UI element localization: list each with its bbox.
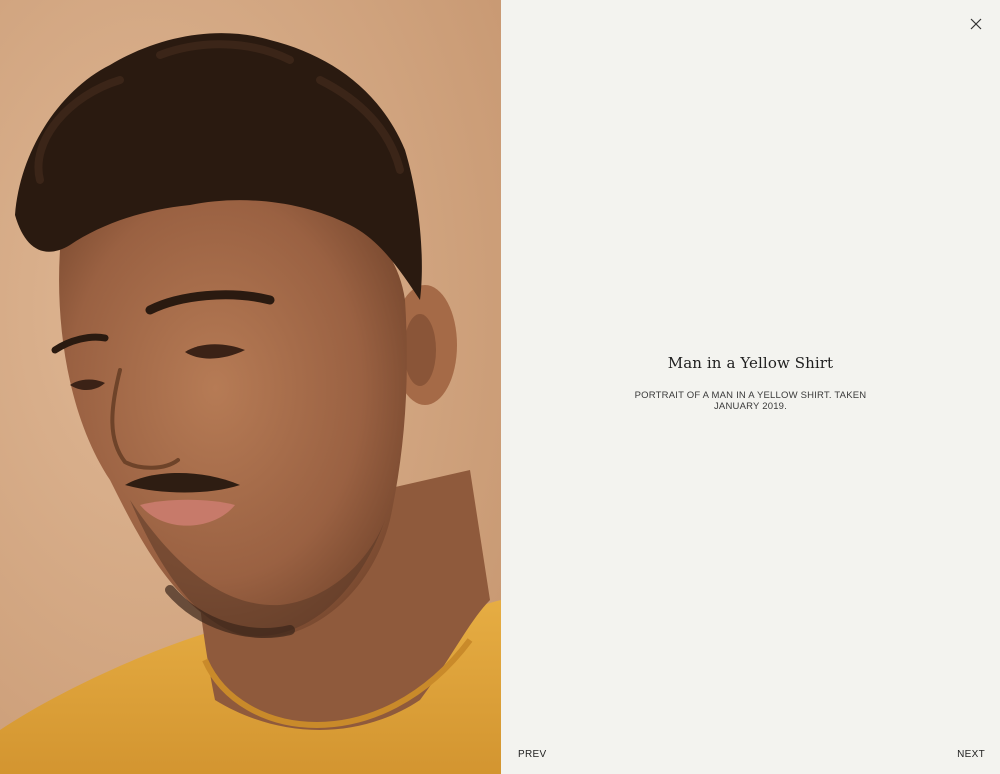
next-button[interactable]: NEXT [957,749,985,760]
image-description: PORTRAIT OF A MAN IN A YELLOW SHIRT. TAK… [634,390,867,412]
close-button[interactable] [966,14,986,34]
close-icon [970,18,982,30]
image-title: Man in a Yellow Shirt [667,354,834,372]
portrait-illustration [0,0,501,774]
prev-button[interactable]: PREV [518,749,546,760]
portrait-photo [0,0,501,774]
info-panel: Man in a Yellow Shirt PORTRAIT OF A MAN … [501,0,1000,774]
lightbox: Man in a Yellow Shirt PORTRAIT OF A MAN … [0,0,1000,774]
image-caption: Man in a Yellow Shirt PORTRAIT OF A MAN … [501,354,1000,412]
